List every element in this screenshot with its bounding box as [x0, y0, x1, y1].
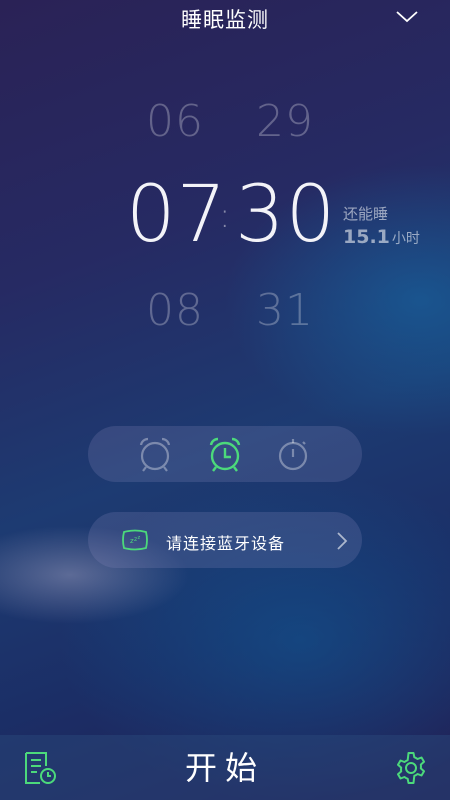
time-separator: :: [219, 196, 231, 236]
gear-icon[interactable]: [394, 751, 428, 785]
pillow-zzz-icon: z z z: [122, 529, 148, 551]
hour-prev[interactable]: 06: [146, 96, 204, 147]
page-title: 睡眠监测: [181, 8, 269, 32]
bluetooth-label: 请连接蓝牙设备: [166, 534, 286, 553]
minute-prev[interactable]: 29: [256, 96, 314, 147]
bottom-bar: 开始: [0, 735, 450, 800]
mode-selector: [88, 426, 362, 482]
remaining-label: 还能睡: [343, 205, 389, 223]
chevron-down-icon[interactable]: [394, 6, 420, 26]
minute-next[interactable]: 31: [256, 285, 314, 336]
connect-bluetooth-button[interactable]: z z z 请连接蓝牙设备: [88, 512, 362, 568]
alarm-clock-selected-icon[interactable]: [206, 435, 244, 473]
stopwatch-icon[interactable]: [274, 435, 312, 473]
remaining-hours: 15.1: [343, 226, 390, 248]
minute-selected[interactable]: 30: [235, 170, 336, 260]
remaining-unit: 小时: [391, 231, 420, 247]
remaining-value: 15.1 小时: [343, 226, 420, 248]
sleep-report-icon[interactable]: [22, 750, 58, 786]
alarm-clock-icon[interactable]: [136, 435, 174, 473]
svg-text:z: z: [138, 535, 141, 541]
hour-selected[interactable]: 07: [126, 170, 227, 260]
hour-next[interactable]: 08: [146, 285, 204, 336]
header: 睡眠监测: [0, 0, 450, 40]
start-button[interactable]: 开始: [150, 743, 300, 793]
chevron-right-icon: [337, 532, 348, 550]
